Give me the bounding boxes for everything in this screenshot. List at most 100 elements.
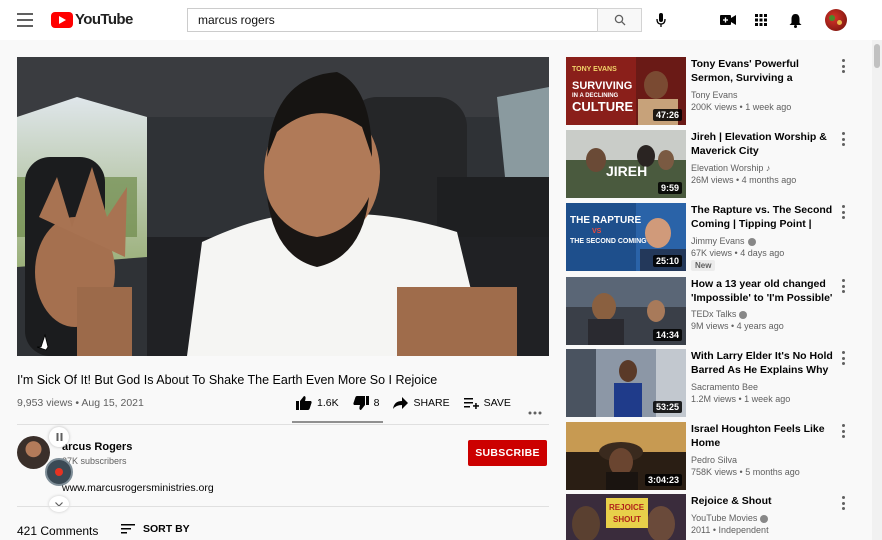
recommended-menu-icon[interactable] [839, 496, 847, 510]
recommended-age: 5 months ago [745, 467, 800, 477]
verified-icon [739, 310, 748, 319]
subscriber-count: 37K subscribers [62, 456, 127, 466]
like-button[interactable]: 1.6K [296, 396, 339, 410]
recommended-views: 1.2M views [691, 394, 737, 404]
recommended-menu-icon[interactable] [839, 279, 847, 293]
recommended-channel[interactable]: TEDx Talks [691, 309, 748, 319]
view-count: 9,953 views [17, 397, 73, 409]
recommended-title[interactable]: The Rapture vs. The Second Coming | Tipp… [691, 203, 836, 231]
recommended-channel[interactable]: Jimmy Evans [691, 236, 756, 246]
recorder-stop-button[interactable] [45, 458, 73, 486]
recommended-menu-icon[interactable] [839, 351, 847, 365]
video-thumbnail: TONY EVANS SURVIVING IN A DECLINING CULT… [566, 57, 686, 125]
upload-date: Aug 15, 2021 [81, 397, 144, 409]
more-actions-button[interactable] [528, 402, 542, 420]
verified-icon [760, 514, 769, 523]
logo-text: YouTube [75, 11, 133, 28]
share-button[interactable]: SHARE [393, 397, 450, 409]
scrollbar-track[interactable] [872, 40, 882, 540]
recommended-title[interactable]: Rejoice & Shout [691, 494, 836, 508]
video-camera-plus-icon [720, 15, 736, 25]
search-input[interactable] [187, 8, 597, 32]
thumb-caption: SHOUT [613, 515, 641, 524]
duration-badge: 53:25 [652, 401, 682, 413]
recommended-title[interactable]: Israel Houghton Feels Like Home [691, 422, 836, 450]
scrollbar-thumb[interactable] [874, 44, 880, 68]
recommended-channel[interactable]: Tony Evans [691, 90, 738, 100]
thumbs-down-icon [352, 396, 369, 410]
hamburger-menu-icon[interactable] [17, 13, 33, 27]
sort-icon [121, 524, 135, 534]
video-player[interactable] [17, 57, 549, 356]
video-thumbnail: JIREH 9:59 [566, 130, 686, 198]
more-horizontal-icon [528, 411, 542, 415]
recommended-video[interactable]: THE RAPTURE VS THE SECOND COMING 25:10 T… [566, 203, 856, 271]
thumb-caption: REJOICE [609, 503, 645, 512]
bell-icon [789, 13, 801, 28]
recommended-channel-name: YouTube Movies [691, 513, 758, 523]
recommended-channel[interactable]: YouTube Movies [691, 513, 769, 523]
top-bar: YouTube [0, 0, 882, 40]
thumb-caption: SURVIVING [572, 80, 632, 92]
recommended-video[interactable]: REJOICE SHOUT Rejoice & Shout YouTube Mo… [566, 494, 856, 540]
recommended-menu-icon[interactable] [839, 59, 847, 73]
apps-button[interactable] [751, 10, 771, 30]
thumb-caption: VS [592, 228, 602, 235]
thumb-caption: CULTURE [572, 99, 633, 114]
recommended-menu-icon[interactable] [839, 205, 847, 219]
recommended-title[interactable]: How a 13 year old changed 'Impossible' t… [691, 277, 836, 305]
recommended-views: 26M views [691, 175, 734, 185]
recommended-video[interactable]: 53:25 With Larry Elder It's No Hold Barr… [566, 349, 856, 417]
thumb-caption: TONY EVANS [572, 66, 617, 73]
recommended-channel[interactable]: Elevation Worship ♪ [691, 163, 770, 173]
create-video-button[interactable] [718, 10, 738, 30]
recommended-channel[interactable]: Sacramento Bee [691, 382, 758, 392]
voice-search-button[interactable] [651, 10, 671, 30]
recommended-meta: 67K views • 4 days ago [691, 248, 785, 258]
recommended-title[interactable]: Tony Evans' Powerful Sermon, Surviving a… [691, 57, 836, 85]
sort-comments-button[interactable]: SORT BY [121, 523, 190, 535]
recommended-channel[interactable]: Pedro Silva [691, 455, 737, 465]
recommended-video[interactable]: JIREH 9:59 Jireh | Elevation Worship & M… [566, 130, 856, 198]
recommended-views: 758K views [691, 467, 738, 477]
recommended-views: 200K views [691, 102, 738, 112]
subscribe-button[interactable]: SUBSCRIBE [468, 440, 547, 466]
divider [17, 424, 549, 425]
recommended-genre: Independent [718, 525, 769, 535]
recommended-channel-name: TEDx Talks [691, 309, 737, 319]
like-count: 1.6K [317, 397, 339, 409]
recommended-video[interactable]: TONY EVANS SURVIVING IN A DECLINING CULT… [566, 57, 856, 125]
recommended-meta: 26M views • 4 months ago [691, 175, 797, 185]
recommended-menu-icon[interactable] [839, 424, 847, 438]
share-arrow-icon [393, 397, 409, 409]
comment-count: 421 Comments [17, 524, 99, 538]
account-avatar[interactable] [825, 9, 847, 31]
video-actions: 1.6K 8 SHARE SAVE [296, 396, 525, 410]
channel-name[interactable]: arcus Rogers [62, 441, 132, 453]
recommended-title[interactable]: With Larry Elder It's No Hold Barred As … [691, 349, 836, 377]
save-button[interactable]: SAVE [463, 397, 511, 409]
sort-label: SORT BY [143, 523, 190, 535]
recommended-video[interactable]: 14:34 How a 13 year old changed 'Impossi… [566, 277, 856, 345]
divider [17, 506, 549, 507]
dislike-button[interactable]: 8 [352, 396, 380, 410]
video-thumbnail: THE RAPTURE VS THE SECOND COMING 25:10 [566, 203, 686, 271]
recommended-meta: 200K views • 1 week ago [691, 102, 792, 112]
recorder-collapse-button[interactable] [49, 496, 69, 512]
share-label: SHARE [413, 397, 450, 409]
recommended-title[interactable]: Jireh | Elevation Worship & Maverick Cit… [691, 130, 836, 158]
youtube-logo[interactable]: YouTube [51, 11, 133, 28]
recommended-meta: 758K views • 5 months ago [691, 467, 800, 477]
recommended-menu-icon[interactable] [839, 132, 847, 146]
recommended-views: 67K views [691, 248, 733, 258]
notifications-button[interactable] [785, 10, 805, 30]
recommended-video[interactable]: 3:04:23 Israel Houghton Feels Like Home … [566, 422, 856, 490]
dislike-count: 8 [373, 397, 380, 409]
channel-avatar[interactable] [17, 436, 50, 469]
video-thumbnail: REJOICE SHOUT [566, 494, 686, 540]
recorder-pause-button[interactable] [49, 427, 69, 447]
video-frame [17, 57, 549, 356]
search-button[interactable] [597, 8, 642, 32]
website-link[interactable]: www.marcusrogersministries.org [62, 482, 214, 494]
search-bar [187, 8, 642, 32]
